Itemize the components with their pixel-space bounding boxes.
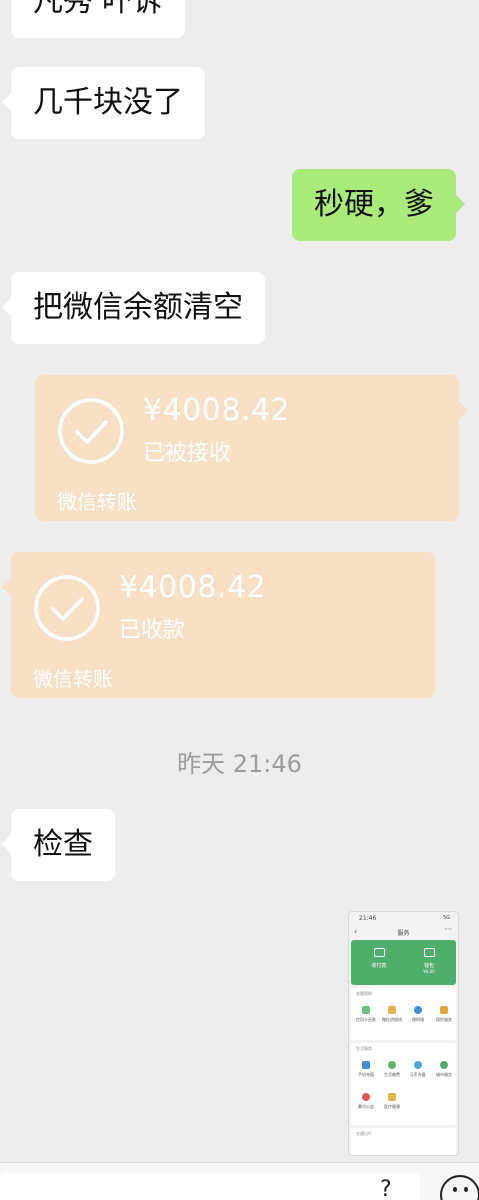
bubble-tail bbox=[2, 93, 11, 111]
message-text: 检查 bbox=[33, 827, 93, 862]
bubble-tail bbox=[2, 298, 11, 316]
message-text: 秒硬，爹 bbox=[314, 187, 434, 222]
credit-card-icon bbox=[362, 1006, 370, 1014]
chat-timestamp: 昨天 21:46 bbox=[177, 750, 302, 778]
bubble-tail bbox=[2, 578, 11, 596]
message-bubble-incoming[interactable]: 几千块没了 bbox=[2, 67, 205, 139]
thumb-grid-item: 理财通 bbox=[405, 1006, 431, 1023]
insurance-icon bbox=[440, 1006, 448, 1014]
thumb-title: 服务 bbox=[397, 930, 410, 937]
thumb-more-icon: ··· bbox=[444, 925, 452, 934]
city-service-icon bbox=[440, 1061, 448, 1069]
thumb-finance-panel: 金融理财 信用卡还款 微粒贷借钱 理财通 保险服务 bbox=[351, 988, 456, 1040]
emoji-icon[interactable] bbox=[440, 1175, 479, 1200]
mobile-topup-icon bbox=[362, 1061, 370, 1069]
bubble-tail bbox=[459, 401, 468, 419]
thumb-pay-label: 收付款 bbox=[371, 963, 387, 969]
thumb-wallet-item: 钱包 ¥0.00 bbox=[409, 948, 449, 975]
transfer-status: 已被接收 bbox=[143, 441, 232, 466]
scan-pay-icon bbox=[373, 948, 385, 957]
utility-icon bbox=[388, 1061, 396, 1069]
thumb-grid-item: Q币充值 bbox=[405, 1061, 431, 1078]
bubble-tail bbox=[2, 835, 11, 853]
wallet-icon bbox=[423, 948, 435, 957]
thumb-grid-item: 保险服务 bbox=[431, 1006, 457, 1023]
thumb-section-title: 交通出行 bbox=[356, 1131, 372, 1136]
thumb-signal: 5G bbox=[442, 915, 450, 921]
thumb-pay-item: 收付款 bbox=[359, 948, 399, 969]
qcoin-icon bbox=[414, 1061, 422, 1069]
message-bubble-incoming[interactable]: 把微信余额清空 bbox=[2, 272, 265, 344]
thumb-transport-panel: 交通出行 bbox=[351, 1128, 456, 1155]
thumb-grid-item: 腾讯公益 bbox=[353, 1093, 379, 1110]
thumb-status-time: 21:46 bbox=[359, 915, 377, 922]
message-text: 把微信余额清空 bbox=[33, 290, 243, 325]
message-text: 凡秀 吓诉 bbox=[33, 0, 163, 19]
message-bubble-outgoing[interactable]: 秒硬，爹 bbox=[292, 169, 465, 241]
thumb-grid-item: 生活缴费 bbox=[379, 1061, 405, 1078]
check-circle-icon bbox=[34, 575, 100, 641]
medical-icon bbox=[388, 1093, 396, 1101]
thumb-grid-item: 微粒贷借钱 bbox=[379, 1006, 405, 1023]
thumb-grid-item: 信用卡还款 bbox=[353, 1006, 379, 1023]
loan-icon bbox=[388, 1006, 396, 1014]
message-text: 几千块没了 bbox=[33, 85, 183, 120]
charity-icon bbox=[362, 1093, 370, 1101]
transfer-label: 微信转账 bbox=[33, 667, 113, 691]
thumb-section-title: 生活服务 bbox=[356, 1046, 372, 1051]
message-bubble-incoming[interactable]: 检查 bbox=[2, 809, 115, 881]
thumb-grid-item: 医疗健康 bbox=[379, 1093, 405, 1110]
transfer-amount: ¥4008.42 bbox=[119, 570, 267, 605]
chat-input-bar: ? bbox=[0, 1162, 479, 1200]
transfer-status: 已收款 bbox=[119, 618, 186, 643]
transfer-amount: ¥4008.42 bbox=[143, 393, 291, 428]
thumb-pay-panel: 收付款 钱包 ¥0.00 bbox=[351, 940, 456, 985]
transfer-card-received[interactable]: ¥4008.42 已收款 微信转账 bbox=[2, 552, 435, 698]
thumb-grid-item: 城市服务 bbox=[431, 1061, 457, 1078]
thumb-wallet-sub: ¥0.00 bbox=[423, 969, 435, 974]
thumb-grid-item: 手机充值 bbox=[353, 1061, 379, 1078]
thumb-section-title: 金融理财 bbox=[356, 991, 372, 996]
transfer-label: 微信转账 bbox=[57, 490, 137, 514]
bubble-tail bbox=[456, 195, 465, 213]
wealth-icon bbox=[414, 1006, 422, 1014]
image-message-thumbnail[interactable]: 21:46 5G ‹ 服务 ··· 收付款 钱包 ¥0.00 金融理财 信用卡还… bbox=[348, 911, 459, 1156]
input-cursor-icon: ? bbox=[380, 1177, 392, 1200]
check-circle-icon bbox=[58, 398, 124, 464]
transfer-card-sent[interactable]: ¥4008.42 已被接收 微信转账 bbox=[35, 375, 468, 521]
message-input[interactable] bbox=[0, 1173, 420, 1200]
message-bubble-partial[interactable]: 凡秀 吓诉 bbox=[11, 0, 185, 38]
thumb-life-panel: 生活服务 手机充值 生活缴费 Q币充值 城市服务 腾讯公益 医疗健康 bbox=[351, 1043, 456, 1125]
